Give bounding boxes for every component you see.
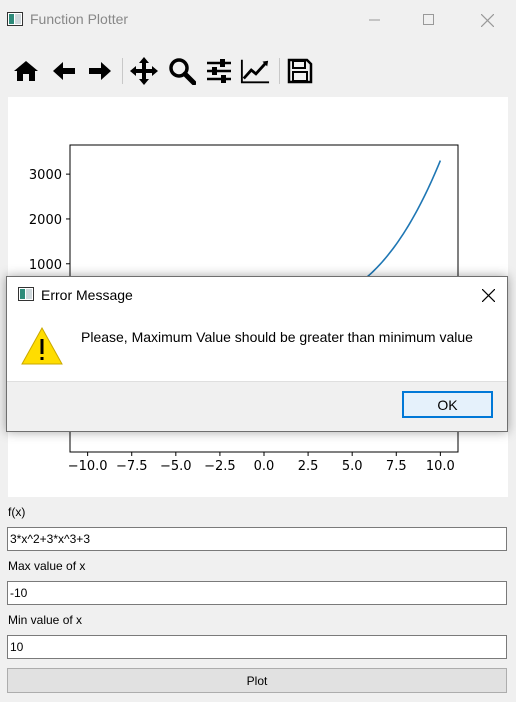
dialog-title: Error Message <box>41 287 133 303</box>
forward-button[interactable] <box>85 56 115 86</box>
back-arrow-icon <box>53 62 75 80</box>
fx-label: f(x) <box>8 505 26 519</box>
min-value-input[interactable]: 10 <box>7 635 507 659</box>
toolbar-separator <box>122 58 123 84</box>
ok-button[interactable]: OK <box>402 391 493 418</box>
pan-button[interactable] <box>129 56 159 86</box>
x-tick-label: 2.5 <box>298 459 319 474</box>
x-tick-label: 10.0 <box>426 459 455 474</box>
zoom-button[interactable] <box>167 56 197 86</box>
warning-icon <box>21 327 63 365</box>
save-icon <box>287 58 313 84</box>
zoom-icon <box>169 58 196 85</box>
x-tick-label: −2.5 <box>204 459 236 474</box>
x-tick-label: −5.0 <box>160 459 192 474</box>
window-titlebar: Function Plotter <box>0 0 516 40</box>
y-tick-label: 3000 <box>29 168 62 183</box>
minimize-icon <box>369 19 380 21</box>
edit-axes-button[interactable] <box>240 56 270 86</box>
x-tick-label: −7.5 <box>116 459 148 474</box>
dialog-message: Please, Maximum Value should be greater … <box>81 329 473 345</box>
home-button[interactable] <box>11 56 41 86</box>
x-tick-label: 5.0 <box>342 459 363 474</box>
close-button[interactable] <box>464 0 510 40</box>
pan-icon <box>130 57 158 85</box>
y-tick-label: 1000 <box>29 258 62 273</box>
dialog-body: Please, Maximum Value should be greater … <box>7 313 507 381</box>
dialog-titlebar: Error Message <box>7 277 507 313</box>
x-tick-label: 0.0 <box>254 459 275 474</box>
edit-axes-icon <box>240 59 270 84</box>
dialog-close-button[interactable] <box>469 277 507 313</box>
back-button[interactable] <box>49 56 79 86</box>
save-button[interactable] <box>285 56 315 86</box>
plot-toolbar <box>0 48 516 94</box>
dialog-app-icon <box>18 287 34 301</box>
plot-button[interactable]: Plot <box>7 668 507 693</box>
maximize-icon <box>423 14 434 25</box>
max-value-input[interactable]: -10 <box>7 581 507 605</box>
min-value-label: Min value of x <box>8 613 83 627</box>
close-icon <box>480 13 494 27</box>
home-icon <box>14 61 38 81</box>
max-value-label: Max value of x <box>8 559 86 573</box>
window-title: Function Plotter <box>30 11 129 27</box>
subplots-config-icon <box>207 59 231 83</box>
maximize-button[interactable] <box>406 0 452 40</box>
fx-input[interactable]: 3*x^2+3*x^3+3 <box>7 527 507 551</box>
dialog-footer: OK <box>7 381 507 431</box>
close-icon <box>481 288 495 302</box>
toolbar-separator <box>279 58 280 84</box>
forward-arrow-icon <box>89 62 111 80</box>
app-icon <box>7 12 23 26</box>
minimize-button[interactable] <box>352 0 398 40</box>
x-tick-label: −10.0 <box>68 459 108 474</box>
x-tick-label: 7.5 <box>386 459 407 474</box>
error-dialog: Error Message Please, Maximum Value shou… <box>6 276 508 432</box>
configure-subplots-button[interactable] <box>204 56 234 86</box>
y-tick-label: 2000 <box>29 213 62 228</box>
